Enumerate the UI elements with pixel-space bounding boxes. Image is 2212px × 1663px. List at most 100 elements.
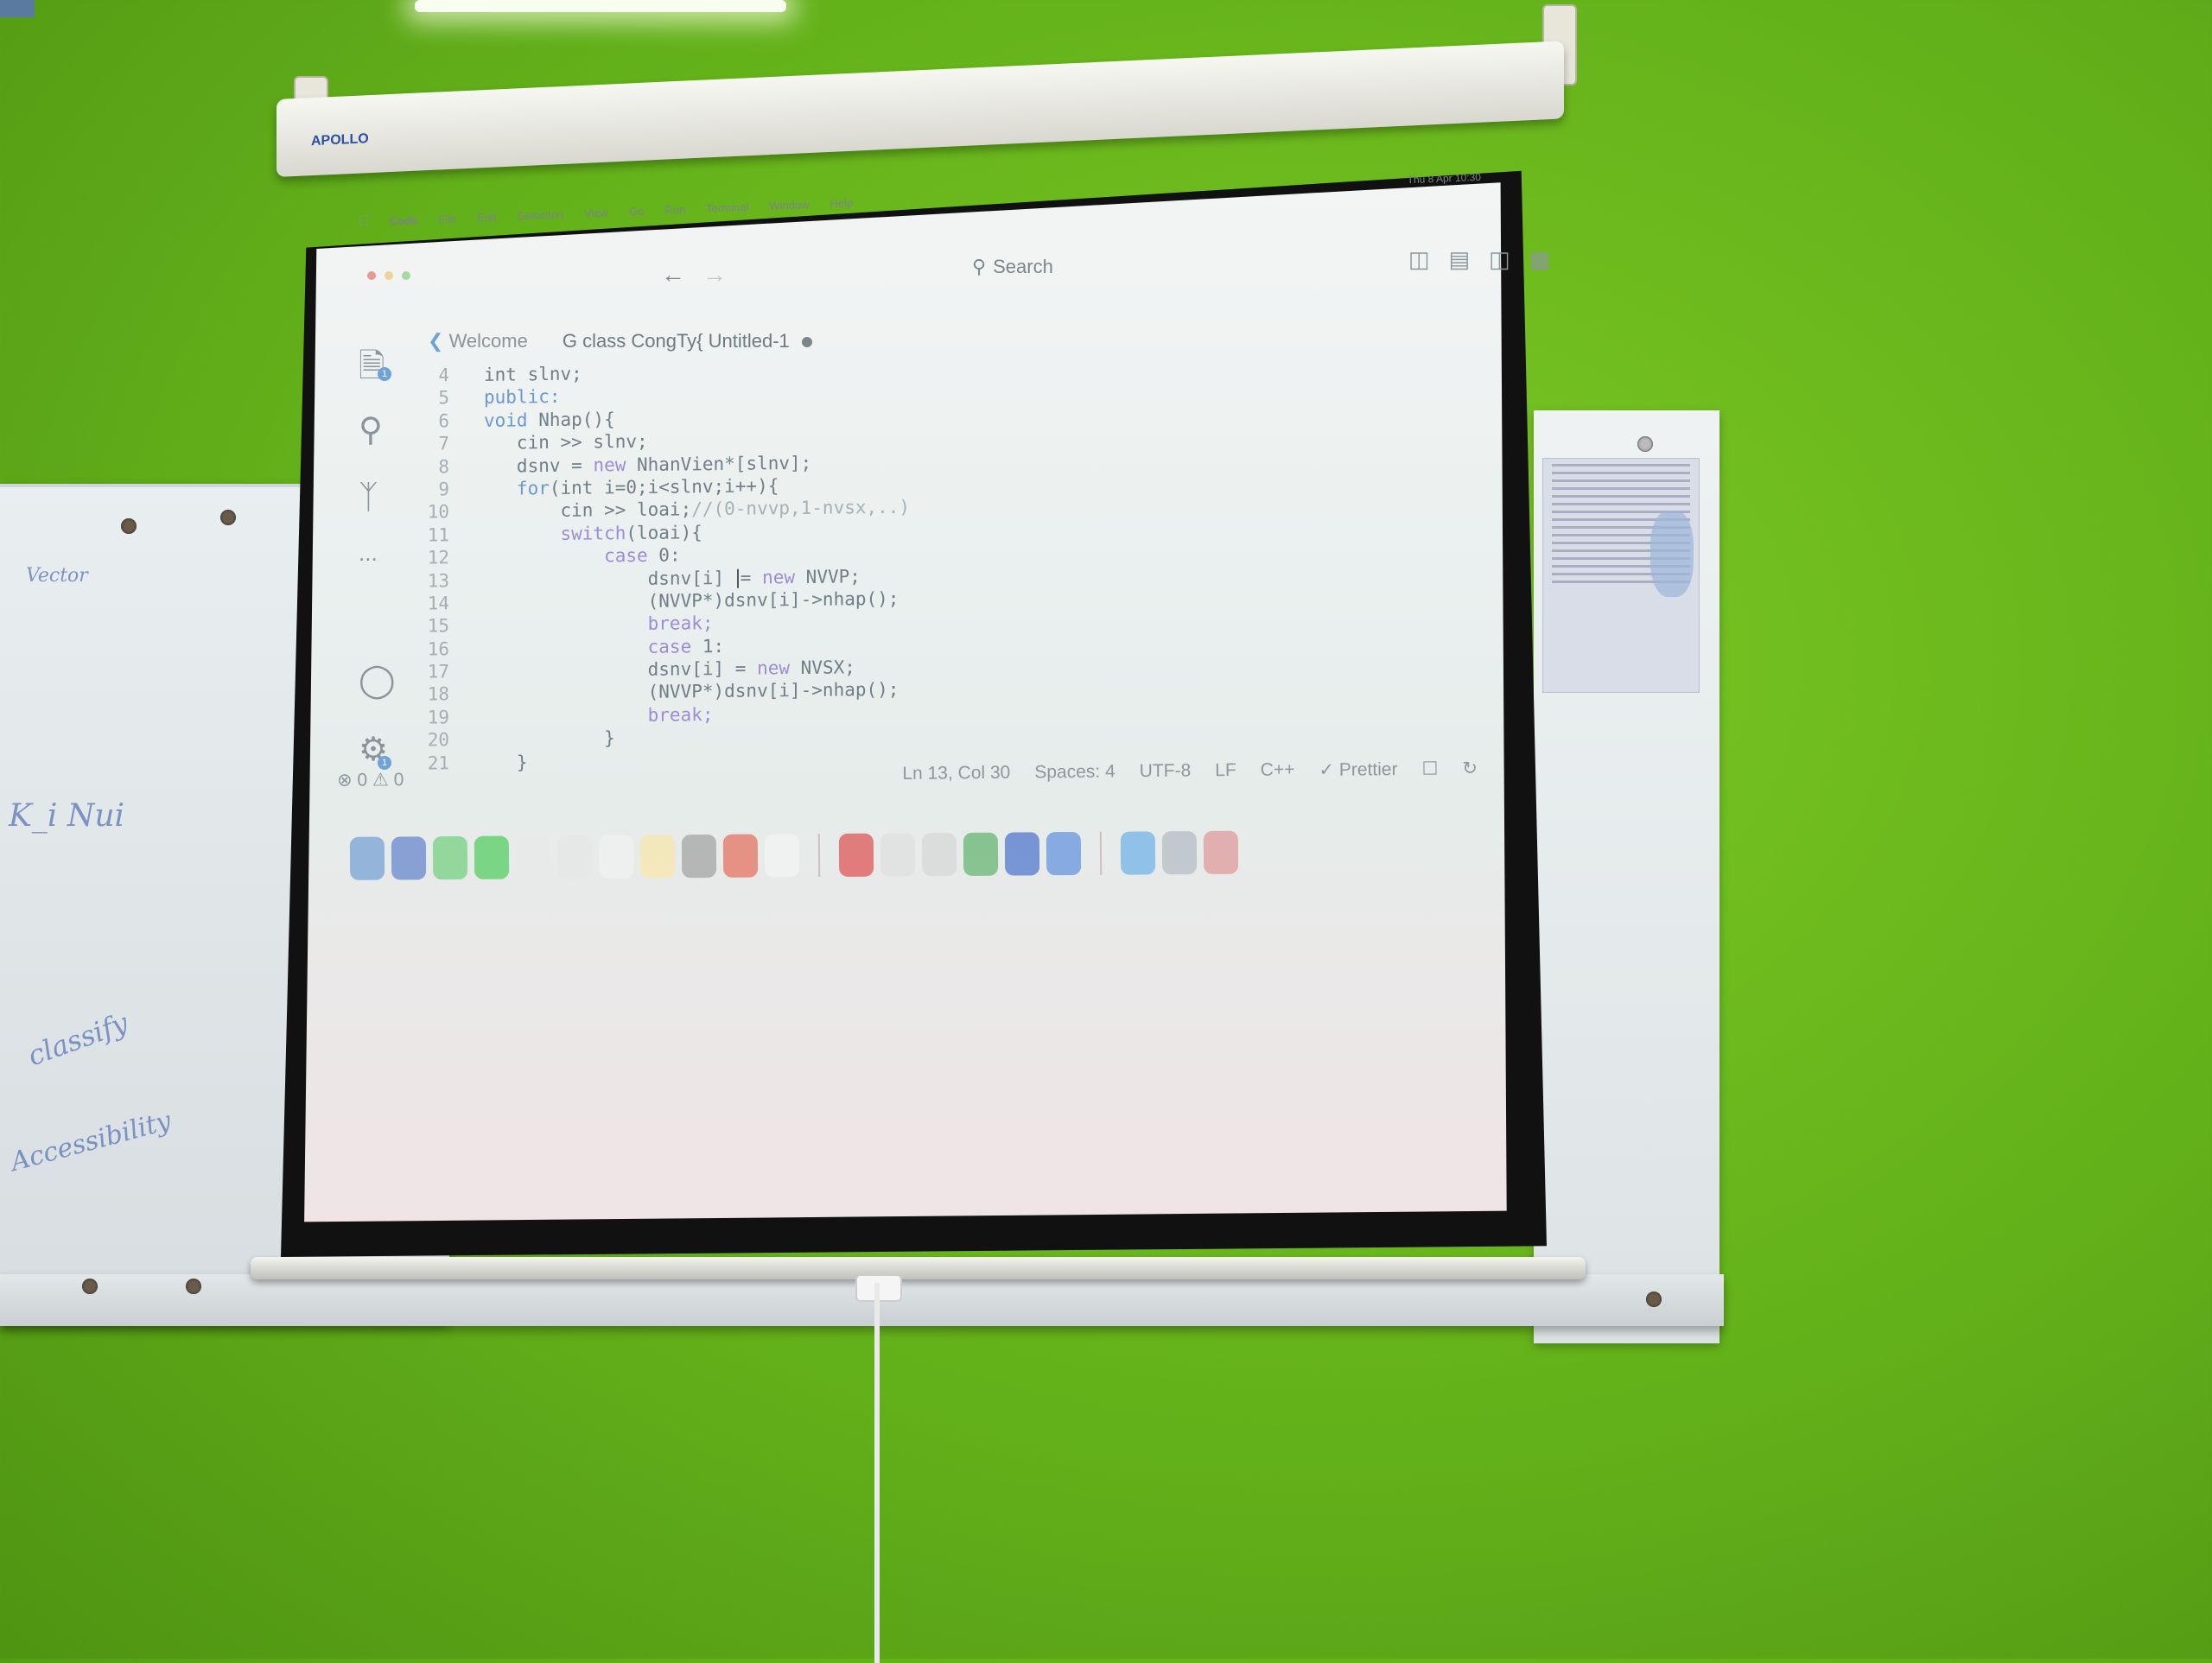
code-text: cin >> loai;//(0-nvvp,1-nvsx,..) bbox=[484, 496, 911, 524]
code-token: void bbox=[484, 409, 539, 431]
toggle-secondary-sidebar-icon[interactable]: ◫ bbox=[1489, 246, 1510, 273]
customize-layout-icon[interactable]: ▦ bbox=[1529, 246, 1551, 273]
command-search-box[interactable]: ⚲ Search bbox=[972, 252, 1266, 282]
dock-app-icon[interactable] bbox=[764, 834, 800, 878]
menu-file[interactable]: File bbox=[438, 212, 457, 225]
tab-untitled-1[interactable]: G class CongTy{ Untitled-1 bbox=[563, 330, 812, 352]
line-number: 6 bbox=[438, 410, 449, 432]
code-text: switch(loai){ bbox=[484, 521, 702, 546]
dock-app-icon[interactable] bbox=[1004, 832, 1040, 876]
dock-separator bbox=[1099, 831, 1103, 875]
code-token: = bbox=[735, 567, 751, 588]
code-token: new bbox=[751, 566, 806, 588]
menu-selection[interactable]: Selection bbox=[517, 207, 563, 222]
pull-cord bbox=[874, 1283, 880, 1663]
dock-app-icon[interactable] bbox=[880, 833, 916, 877]
apple-icon[interactable]:  bbox=[359, 214, 370, 230]
code-token: NVVP; bbox=[805, 565, 861, 587]
dock-app-icon[interactable] bbox=[391, 836, 427, 880]
menu-view[interactable]: View bbox=[584, 206, 609, 219]
menu-run[interactable]: Run bbox=[664, 202, 685, 216]
cpp-file-icon: G bbox=[562, 330, 577, 352]
mac-menubar:  Code File Edit Selection View Go Run T… bbox=[358, 164, 1482, 235]
vscode-window:  Code File Edit Selection View Go Run T… bbox=[298, 138, 1550, 1244]
menu-edit[interactable]: Edit bbox=[477, 210, 497, 224]
more-views-icon[interactable]: ... bbox=[359, 540, 378, 567]
language-mode[interactable]: C++ bbox=[1261, 759, 1295, 781]
code-text: break; bbox=[484, 703, 714, 728]
code-token: for bbox=[484, 478, 550, 499]
maximize-window-button[interactable] bbox=[402, 271, 410, 280]
back-arrow-icon[interactable]: ← bbox=[661, 261, 702, 288]
dock-app-icon[interactable] bbox=[515, 835, 551, 879]
line-number: 14 bbox=[427, 593, 449, 614]
nav-arrows: ←→ bbox=[661, 261, 744, 289]
editor-tabs: ❮ Welcome G class CongTy{ Untitled-1 bbox=[428, 324, 812, 359]
code-token: new bbox=[757, 657, 801, 679]
unsaved-dot-icon[interactable] bbox=[801, 337, 812, 347]
dock-app-icon[interactable] bbox=[598, 835, 634, 879]
code-token: dsnv[i] = bbox=[484, 657, 758, 682]
toggle-primary-sidebar-icon[interactable]: ◫ bbox=[1408, 246, 1430, 273]
indentation[interactable]: Spaces: 4 bbox=[1034, 761, 1116, 784]
settings-gear-icon[interactable]: ⚙ 1 bbox=[359, 730, 391, 770]
dock-app-icon[interactable] bbox=[722, 834, 759, 878]
forward-arrow-icon[interactable]: → bbox=[702, 261, 744, 288]
menu-go[interactable]: Go bbox=[629, 204, 645, 218]
prettier-status[interactable]: ✓ Prettier bbox=[1319, 759, 1397, 781]
screw bbox=[1637, 436, 1653, 452]
menu-window[interactable]: Window bbox=[769, 198, 810, 213]
dock-app-icon[interactable] bbox=[921, 832, 957, 877]
encoding[interactable]: UTF-8 bbox=[1140, 760, 1192, 783]
code-token: public: bbox=[484, 386, 561, 409]
toggle-panel-icon[interactable]: ▤ bbox=[1449, 246, 1471, 273]
dock-app-icon[interactable] bbox=[1161, 831, 1198, 875]
explorer-icon[interactable]: 🗎 1 bbox=[359, 341, 391, 397]
line-number: 20 bbox=[427, 729, 449, 751]
dock-app-icon[interactable] bbox=[681, 834, 717, 879]
screw bbox=[186, 1279, 201, 1294]
menu-app-name[interactable]: Code bbox=[390, 213, 418, 227]
dock-app-icon[interactable] bbox=[432, 835, 468, 880]
dock-app-icon[interactable] bbox=[349, 836, 385, 880]
code-token: } bbox=[484, 727, 615, 751]
end-of-line[interactable]: LF bbox=[1215, 760, 1236, 782]
dock-app-icon[interactable] bbox=[474, 835, 510, 879]
screw bbox=[220, 510, 236, 525]
code-token: cin >> loai; bbox=[484, 498, 692, 523]
feedback-icon[interactable]: ☐ bbox=[1421, 758, 1438, 779]
code-token: dsnv = bbox=[484, 454, 594, 477]
minimize-window-button[interactable] bbox=[385, 271, 393, 280]
dock-app-icon[interactable] bbox=[838, 833, 874, 877]
dock-app-icon[interactable] bbox=[639, 835, 676, 879]
code-token: dsnv[i] bbox=[484, 567, 735, 591]
menu-terminal[interactable]: Terminal bbox=[706, 200, 749, 214]
screen-bottom-rail bbox=[251, 1257, 1586, 1279]
close-window-button[interactable] bbox=[367, 271, 376, 280]
line-number: 19 bbox=[427, 707, 449, 728]
code-token: case bbox=[484, 635, 702, 659]
search-view-icon[interactable]: ⚲ bbox=[359, 410, 383, 449]
code-token: Nhap(){ bbox=[538, 409, 615, 430]
cursor-position[interactable]: Ln 13, Col 30 bbox=[902, 762, 1010, 784]
source-control-icon[interactable]: ᛉ bbox=[359, 479, 378, 517]
problems-indicator[interactable]: ⊗ 0 ⚠ 0 bbox=[337, 769, 404, 791]
notifications-icon[interactable]: ↻ bbox=[1462, 758, 1478, 779]
dock-app-icon[interactable] bbox=[556, 835, 593, 879]
code-editor[interactable]: 4 int slnv; 5 public: 6 void Nhap(){7 cin >> … bbox=[389, 358, 1080, 775]
line-number: 11 bbox=[427, 524, 449, 546]
tab-welcome-label: Welcome bbox=[448, 330, 528, 352]
dock-app-icon[interactable] bbox=[1046, 831, 1082, 876]
screw bbox=[82, 1279, 98, 1294]
line-number: 8 bbox=[438, 455, 449, 477]
ceiling-edge bbox=[0, 0, 35, 17]
line-number: 10 bbox=[427, 501, 449, 523]
dock-app-icon[interactable] bbox=[1203, 830, 1239, 874]
menu-help[interactable]: Help bbox=[830, 196, 853, 210]
screw bbox=[1646, 1292, 1662, 1307]
tab-welcome[interactable]: ❮ Welcome bbox=[428, 330, 528, 352]
dock-app-icon[interactable] bbox=[1120, 831, 1156, 875]
menubar-clock[interactable]: Thu 8 Apr 10:30 bbox=[1407, 171, 1481, 186]
dock-app-icon[interactable] bbox=[963, 832, 999, 876]
line-number: 7 bbox=[438, 433, 449, 454]
